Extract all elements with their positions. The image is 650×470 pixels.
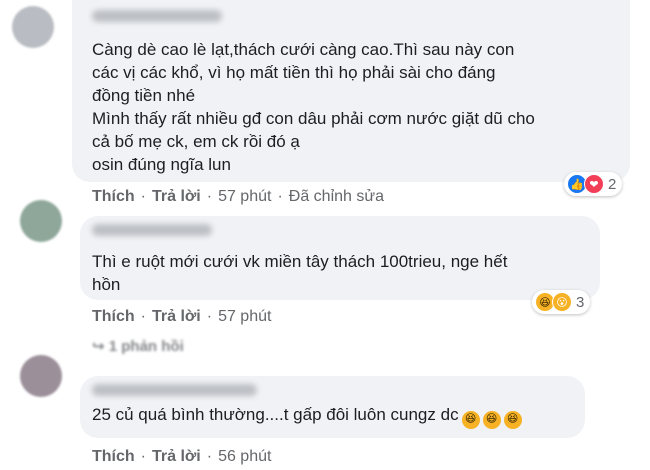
commenter-name-blurred[interactable]	[92, 384, 257, 396]
timestamp[interactable]: 56 phút	[218, 448, 271, 465]
comment-line: đồng tiền nhé	[92, 86, 196, 105]
commenter-avatar[interactable]	[20, 200, 62, 242]
commenter-avatar[interactable]	[20, 355, 62, 397]
comment-line: 25 củ quá bình thường....t gấp đôi luôn …	[92, 405, 459, 424]
haha-icon: 😆	[461, 410, 480, 429]
separator-dot: ·	[206, 188, 213, 205]
reaction-count: 3	[576, 293, 585, 311]
comment-line: các vị các khổ, vì họ mất tiền thì họ ph…	[92, 63, 496, 82]
comment-actions: Thích · Trả lời · 57 phút	[92, 308, 271, 326]
comment-line: cả bố mẹ ck, em ck rồi đó ạ	[92, 132, 300, 151]
separator-dot: ·	[277, 188, 283, 205]
separator-dot: ·	[206, 308, 213, 325]
reply-link[interactable]: Trả lời	[152, 188, 201, 205]
reply-link[interactable]: Trả lời	[152, 308, 201, 325]
comment-actions: Thích · Trả lời · 57 phút · Đã chỉnh sửa	[92, 188, 384, 206]
comment-line: Mình thấy rất nhiều gđ con dâu phải cơm …	[92, 109, 535, 128]
separator-dot: ·	[206, 448, 213, 465]
comment-text: 25 củ quá bình thường....t gấp đôi luôn …	[92, 403, 522, 429]
wow-icon: 😮	[552, 292, 572, 312]
comment-line: Càng dè cao lè lạt,thách cưới càng cao.T…	[92, 40, 515, 59]
love-icon: ❤	[584, 174, 604, 194]
edited-label: Đã chỉnh sửa	[288, 188, 384, 205]
comment-line: Thì e ruột mới cưới vk miền tây thách 10…	[92, 252, 508, 271]
comment-line: osin đúng ngĩa lun	[92, 155, 231, 174]
commenter-name-blurred[interactable]	[92, 224, 212, 236]
timestamp[interactable]: 57 phút	[218, 308, 271, 325]
reaction-summary[interactable]: 👍 ❤ 2	[564, 172, 623, 196]
like-link[interactable]: Thích	[92, 308, 135, 325]
reply-link[interactable]: Trả lời	[152, 448, 201, 465]
timestamp[interactable]: 57 phút	[218, 188, 271, 205]
haha-icon: 😆	[503, 410, 522, 429]
comment-line: hồn	[92, 275, 121, 294]
like-link[interactable]: Thích	[92, 188, 135, 205]
separator-dot: ·	[140, 188, 146, 205]
haha-icon: 😆	[482, 410, 501, 429]
replies-label: 1 phản hồi	[108, 338, 184, 355]
reaction-summary[interactable]: 😆 😮 3	[532, 290, 591, 314]
comment-actions: Thích · Trả lời · 56 phút	[92, 448, 271, 466]
separator-dot: ·	[140, 448, 146, 465]
separator-dot: ·	[140, 308, 146, 325]
comment-text: Càng dè cao lè lạt,thách cưới càng cao.T…	[92, 38, 535, 176]
like-link[interactable]: Thích	[92, 448, 135, 465]
reaction-count: 2	[608, 175, 617, 193]
view-replies-link[interactable]: ↪ 1 phản hồi	[92, 337, 184, 355]
commenter-avatar[interactable]	[12, 6, 54, 48]
comment-text: Thì e ruột mới cưới vk miền tây thách 10…	[92, 250, 507, 296]
commenter-name-blurred[interactable]	[92, 10, 222, 22]
